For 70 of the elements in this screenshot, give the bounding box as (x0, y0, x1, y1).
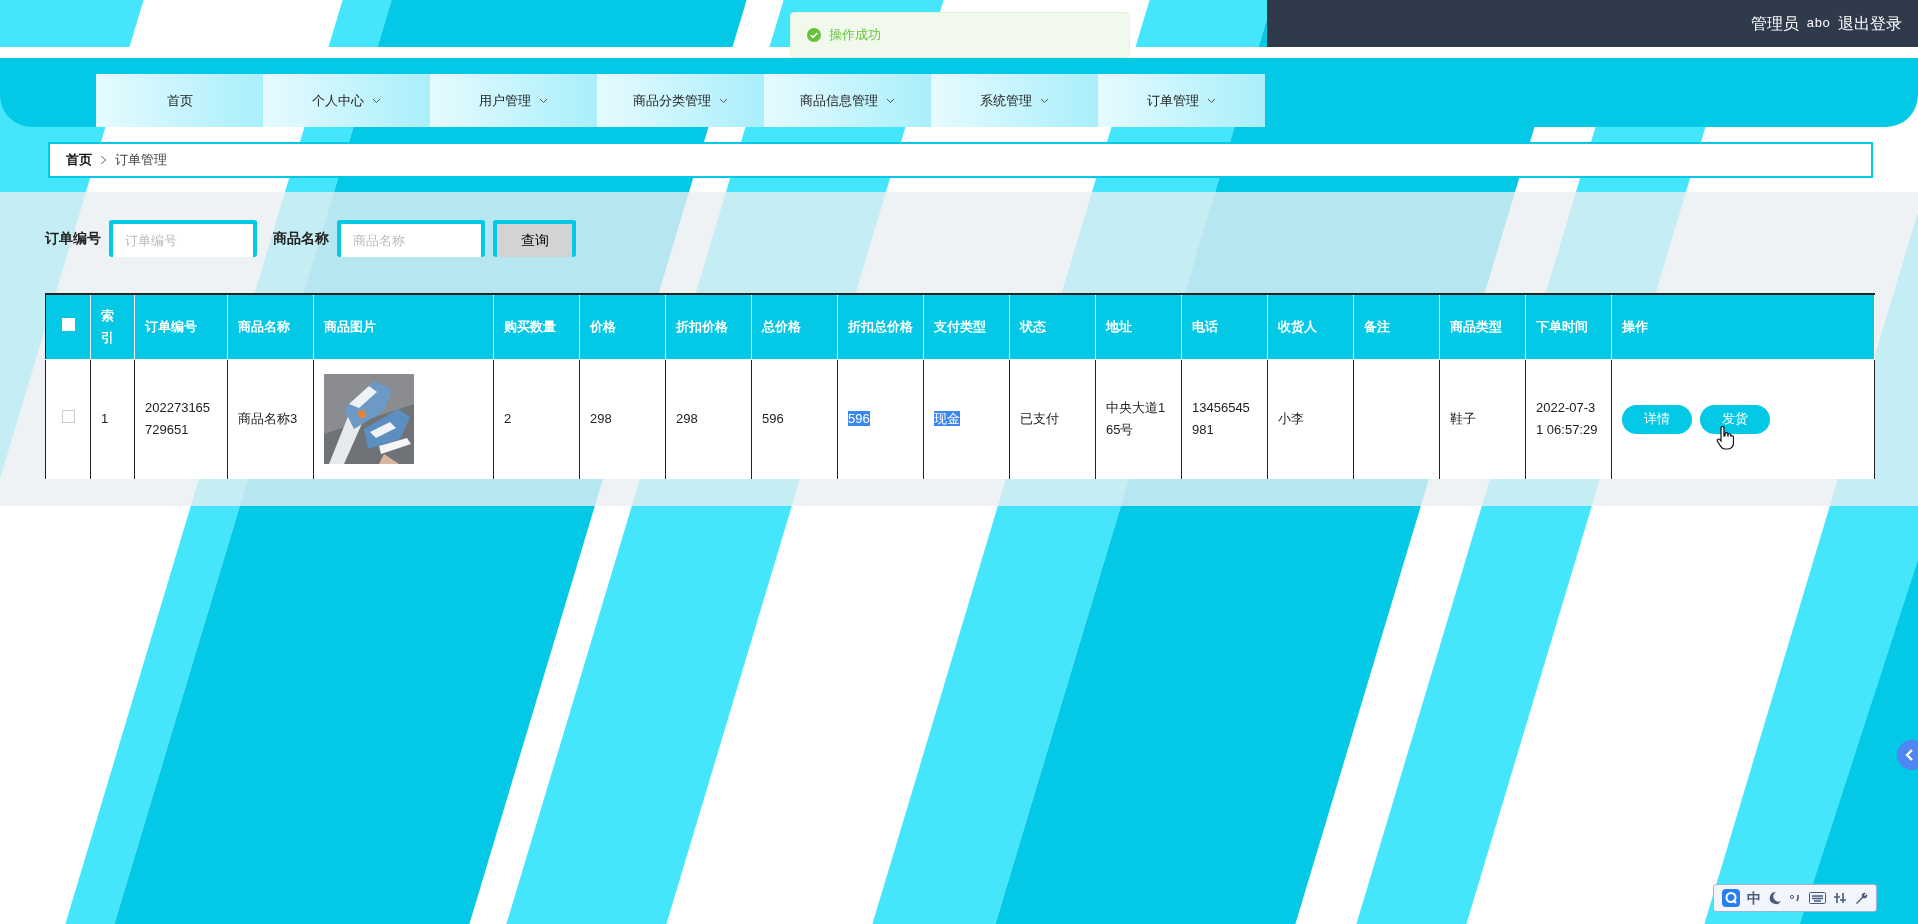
nav-menu-item[interactable]: 个人中心 (263, 74, 430, 127)
column-header: 状态 (1009, 294, 1096, 359)
field-label: 订单编号 (45, 229, 101, 248)
column-header: 商品图片 (313, 294, 494, 359)
column-header: 地址 (1095, 294, 1182, 359)
keyboard-icon[interactable] (1808, 892, 1826, 904)
nav-menu-item[interactable]: 用户管理 (430, 74, 597, 127)
column-header: 索引 (90, 294, 135, 359)
table-cell: 298 (665, 359, 752, 479)
select-all-checkbox[interactable] (61, 317, 75, 331)
chevron-left-icon (1905, 748, 1914, 762)
table-cell: 鞋子 (1439, 359, 1526, 479)
nav-menu-item[interactable]: 订单管理 (1098, 74, 1265, 127)
column-header: 商品名称 (227, 294, 314, 359)
nav-menu-item[interactable]: 首页 (96, 74, 263, 127)
table-cell: 现金 (923, 359, 1010, 479)
table-cell: 202273165729651 (134, 359, 228, 479)
success-icon (807, 28, 821, 42)
column-header: 折扣价格 (665, 294, 752, 359)
hand-cursor-icon (1716, 426, 1734, 450)
table-cell: 596 (837, 359, 924, 479)
column-header: 总价格 (751, 294, 838, 359)
chevron-down-icon (1207, 97, 1216, 104)
chevron-right-icon (100, 155, 107, 165)
field-label: 商品名称 (273, 229, 329, 248)
column-header: 商品类型 (1439, 294, 1526, 359)
row-checkbox[interactable] (61, 410, 75, 424)
column-header: 支付类型 (923, 294, 1010, 359)
chevron-down-icon (886, 97, 895, 104)
column-header: 备注 (1353, 294, 1440, 359)
column-header: 操作 (1611, 294, 1875, 359)
column-header: 收货人 (1267, 294, 1354, 359)
chevron-down-icon (1040, 97, 1049, 104)
chevron-down-icon (372, 97, 381, 104)
search-field[interactable]: 订单编号 (109, 220, 257, 257)
table-cell: 小李 (1267, 359, 1354, 479)
search-field[interactable]: 商品名称 (337, 220, 485, 257)
nav-menu-item[interactable]: 系统管理 (931, 74, 1098, 127)
column-header: 订单编号 (134, 294, 228, 359)
table-cell: 中央大道165号 (1095, 359, 1182, 479)
table-cell: 已支付 (1009, 359, 1096, 479)
tools-icon[interactable] (1833, 891, 1848, 905)
breadcrumb-current: 订单管理 (115, 151, 167, 170)
table-cell: 商品名称3 (227, 359, 314, 479)
chevron-down-icon (719, 97, 728, 104)
username: abo (1806, 14, 1830, 33)
user-role: 管理员 (1750, 13, 1799, 34)
column-header: 下单时间 (1525, 294, 1612, 359)
moon-icon[interactable] (1768, 891, 1783, 905)
column-header: 折扣总价格 (837, 294, 924, 359)
ime-logo-icon[interactable] (1721, 889, 1740, 907)
chevron-down-icon (539, 97, 548, 104)
punctuation-icon[interactable] (1789, 893, 1802, 903)
breadcrumb-link[interactable]: 首页 (66, 150, 92, 170)
table-cell: 2022-07-31 06:57:29 (1525, 359, 1612, 479)
wrench-icon[interactable] (1854, 891, 1869, 905)
column-header: 电话 (1181, 294, 1268, 359)
table-cell: 2 (493, 359, 580, 479)
table-cell: 1 (90, 359, 135, 479)
ime-mode-toggle[interactable]: 中 (1746, 887, 1761, 909)
search-button[interactable]: 查询 (493, 220, 576, 257)
column-header: 价格 (579, 294, 666, 359)
table-cell: 596 (751, 359, 838, 479)
table-cell: 13456545981 (1181, 359, 1268, 479)
table-cell: 298 (579, 359, 666, 479)
logout-link[interactable]: 退出登录 (1838, 11, 1902, 36)
toast-message: 操作成功 (829, 26, 881, 45)
nav-menu-item[interactable]: 商品分类管理 (597, 74, 764, 127)
column-header: 购买数量 (493, 294, 580, 359)
nav-menu-item[interactable]: 商品信息管理 (764, 74, 931, 127)
